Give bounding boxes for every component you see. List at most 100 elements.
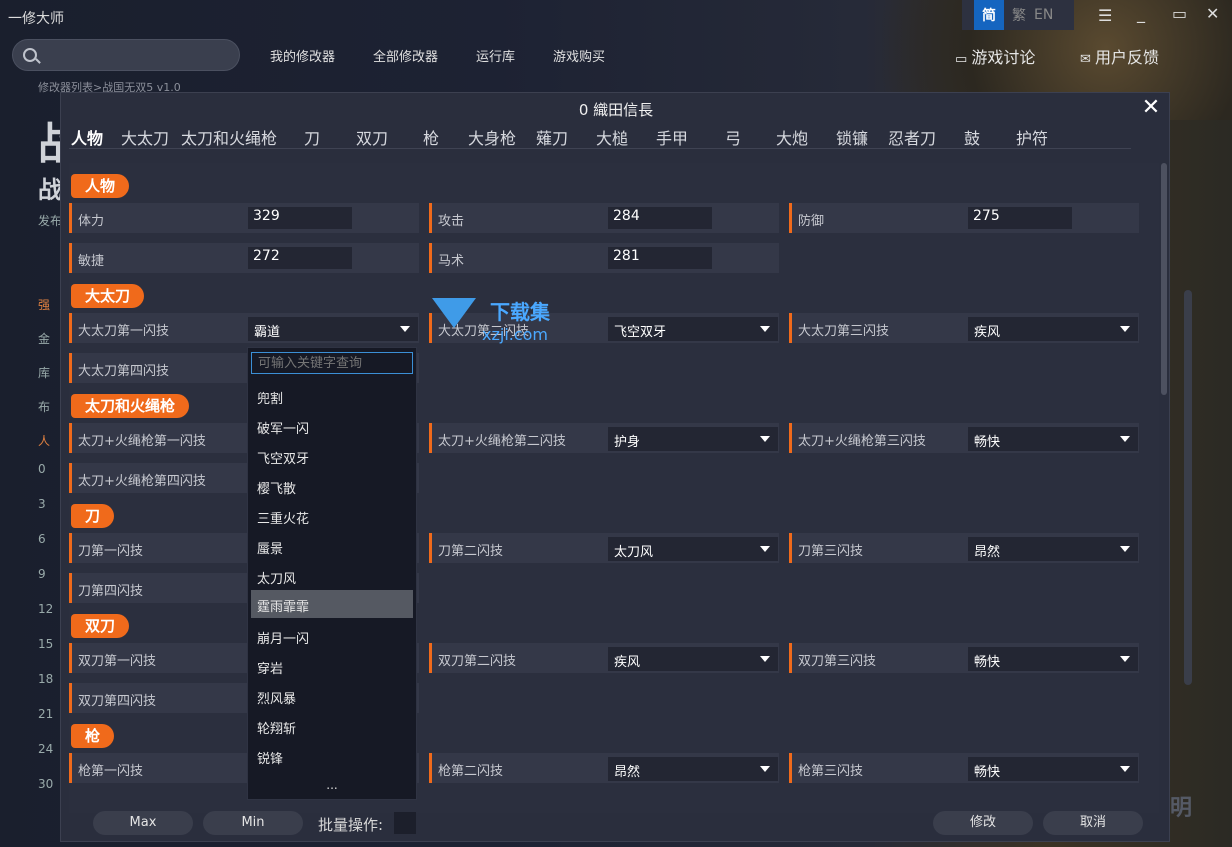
lang-traditional[interactable]: 繁: [1012, 5, 1026, 25]
tab-charm[interactable]: 护符: [1016, 125, 1048, 149]
nav-buy-games[interactable]: 游戏购买: [553, 46, 605, 65]
tab-odachi[interactable]: 大太刀: [121, 125, 169, 149]
cancel-button[interactable]: 取消: [1043, 811, 1143, 835]
skill-dropdown-list: 兜割 破军一闪 飞空双牙 樱飞散 三重火花 蜃景 太刀风 霆雨霏霏 崩月一闪 穿…: [247, 347, 417, 800]
tab-gauntlet[interactable]: 手甲: [656, 125, 688, 149]
weapon-tabs: 人物 大太刀 太刀和火绳枪 刀 双刀 枪 大身枪 薙刀 大槌 手甲 弓 大炮 锁…: [69, 123, 1131, 149]
side-item-2[interactable]: 库: [38, 364, 50, 381]
publish-label: 发布: [38, 214, 63, 228]
side-num-5: 15: [38, 637, 54, 651]
chevron-down-icon: [1120, 326, 1130, 332]
dropdown-option-highlighted[interactable]: 霆雨霏霏: [251, 590, 413, 618]
chevron-down-icon: [760, 436, 770, 442]
odachi-1-select[interactable]: 霸道: [248, 317, 418, 341]
tab-bow[interactable]: 弓: [725, 125, 741, 149]
dual-3-select[interactable]: 畅快: [968, 647, 1138, 671]
side-tab-people[interactable]: 人: [38, 432, 50, 449]
field-attack: 攻击 284: [429, 203, 779, 233]
stamina-input[interactable]: 329: [248, 207, 352, 229]
nav-all-trainers[interactable]: 全部修改器: [373, 46, 438, 65]
dropdown-option[interactable]: 樱飞散: [251, 472, 413, 500]
side-tab-strong[interactable]: 强: [38, 296, 50, 313]
odachi-3-select[interactable]: 疾风: [968, 317, 1138, 341]
field-tachi-3: 太刀+火绳枪第三闪技 畅快: [789, 423, 1139, 453]
dropdown-option[interactable]: 烈风暴: [251, 682, 413, 710]
tab-great-spear[interactable]: 大身枪: [468, 125, 516, 149]
maximize-icon[interactable]: ▭: [1172, 4, 1187, 23]
katana-3-select[interactable]: 昂然: [968, 537, 1138, 561]
tab-katana[interactable]: 刀: [304, 125, 320, 149]
menu-icon[interactable]: ☰: [1098, 6, 1112, 25]
chevron-down-icon: [760, 546, 770, 552]
batch-select[interactable]: [394, 812, 416, 834]
page-scrollbar[interactable]: [1184, 290, 1192, 685]
close-icon[interactable]: ✕: [1139, 97, 1163, 121]
lang-english[interactable]: EN: [1034, 7, 1053, 23]
side-num-8: 24: [38, 742, 54, 756]
side-num-4: 12: [38, 602, 54, 616]
chat-icon: ▭: [955, 52, 972, 67]
tab-kusarigama[interactable]: 锁镰: [836, 125, 868, 149]
dropdown-option[interactable]: 锐锋: [251, 742, 413, 770]
modify-button[interactable]: 修改: [933, 811, 1033, 835]
chevron-down-icon: [1120, 546, 1130, 552]
dropdown-option[interactable]: 三重火花: [251, 502, 413, 530]
dropdown-option[interactable]: 轮翔斩: [251, 712, 413, 740]
side-num-6: 18: [38, 672, 54, 686]
dropdown-option[interactable]: 飞空双牙: [251, 442, 413, 470]
defense-input[interactable]: 275: [968, 207, 1072, 229]
spear-2-select[interactable]: 昂然: [608, 757, 778, 781]
tab-tachi-musket[interactable]: 太刀和火绳枪: [181, 125, 277, 149]
chevron-down-icon: [760, 766, 770, 772]
tab-character[interactable]: 人物: [71, 125, 103, 149]
side-item-3[interactable]: 布: [38, 398, 50, 415]
batch-label: 批量操作:: [318, 816, 384, 834]
tab-naginata[interactable]: 薙刀: [536, 125, 568, 149]
dropdown-option[interactable]: 破军一闪: [251, 412, 413, 440]
side-item-1[interactable]: 金: [38, 330, 50, 347]
dropdown-option[interactable]: 崩月一闪: [251, 622, 413, 650]
field-odachi-3: 大太刀第三闪技 疾风: [789, 313, 1139, 343]
character-editor-dialog: 0 織田信長 ✕ 人物 大太刀 太刀和火绳枪 刀 双刀 枪 大身枪 薙刀 大槌 …: [60, 92, 1170, 842]
discuss-link[interactable]: ▭ 游戏讨论: [955, 44, 1035, 68]
tab-ninja-sword[interactable]: 忍者刀: [888, 125, 936, 149]
search-input[interactable]: [12, 39, 240, 71]
minimize-icon[interactable]: _: [1137, 4, 1145, 23]
dialog-scrollbar[interactable]: [1161, 163, 1167, 395]
dropdown-option[interactable]: 兜割: [251, 382, 413, 410]
dropdown-option[interactable]: 太刀风: [251, 562, 413, 590]
section-dual-swords: 双刀: [71, 614, 130, 638]
tab-mallet[interactable]: 大槌: [596, 125, 628, 149]
feedback-link[interactable]: ✉ 用户反馈: [1080, 44, 1159, 68]
field-spear-3: 枪第三闪技 畅快: [789, 753, 1139, 783]
tab-drum[interactable]: 鼓: [964, 125, 980, 149]
dropdown-option[interactable]: 蜃景: [251, 532, 413, 560]
watermark-logo: 下载集 xzji.com: [430, 296, 550, 344]
tab-cannon[interactable]: 大炮: [776, 125, 808, 149]
mail-icon: ✉: [1080, 52, 1096, 67]
max-button[interactable]: Max: [93, 811, 193, 835]
field-stamina: 体力 329: [69, 203, 419, 233]
chevron-down-icon: [1120, 766, 1130, 772]
side-num-3: 9: [38, 567, 46, 581]
odachi-2-select[interactable]: 飞空双牙: [608, 317, 778, 341]
tab-dual-swords[interactable]: 双刀: [356, 125, 388, 149]
agility-input[interactable]: 272: [248, 247, 352, 269]
tachi-3-select[interactable]: 畅快: [968, 427, 1138, 451]
nav-my-trainers[interactable]: 我的修改器: [270, 46, 335, 65]
dropdown-search-input[interactable]: [251, 352, 413, 374]
lang-simplified[interactable]: 简: [974, 0, 1004, 30]
side-num-9: 30: [38, 777, 54, 791]
tachi-2-select[interactable]: 护身: [608, 427, 778, 451]
katana-2-select[interactable]: 太刀风: [608, 537, 778, 561]
horsemanship-input[interactable]: 281: [608, 247, 712, 269]
nav-runtime[interactable]: 运行库: [476, 46, 515, 65]
dual-2-select[interactable]: 疾风: [608, 647, 778, 671]
dropdown-option[interactable]: 穿岩: [251, 652, 413, 680]
min-button[interactable]: Min: [203, 811, 303, 835]
tab-spear[interactable]: 枪: [423, 125, 439, 149]
attack-input[interactable]: 284: [608, 207, 712, 229]
field-katana-3: 刀第三闪技 昂然: [789, 533, 1139, 563]
close-window-icon[interactable]: ✕: [1206, 4, 1219, 23]
spear-3-select[interactable]: 畅快: [968, 757, 1138, 781]
